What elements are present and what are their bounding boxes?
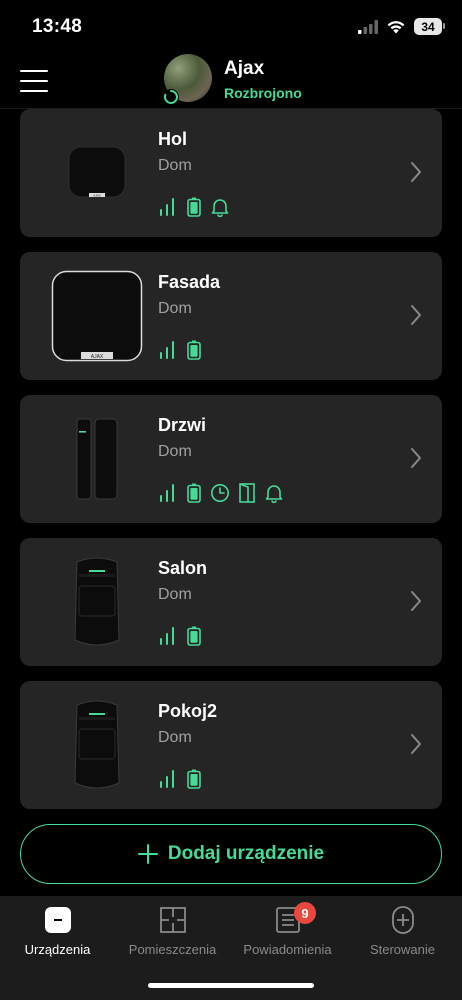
signal-strength-icon — [160, 198, 174, 216]
armed-state-icon — [163, 89, 179, 105]
hub-status: Rozbrojono — [224, 85, 302, 101]
device-logo: AJAX — [91, 354, 104, 360]
signal-strength-icon — [160, 484, 174, 502]
cellular-signal-icon — [358, 19, 378, 34]
device-card-drzwi[interactable]: Drzwi Dom — [20, 395, 442, 523]
devices-icon — [44, 907, 71, 933]
status-bar: 13:48 34 — [0, 0, 462, 56]
signal-strength-icon — [160, 770, 174, 788]
chevron-right-icon — [411, 734, 421, 754]
hub-name: Ajax — [224, 58, 265, 79]
device-room: Dom — [158, 300, 192, 317]
battery-full-icon — [187, 769, 201, 789]
tab-notifications[interactable]: 9 Powiadomienia — [230, 902, 345, 957]
battery-full-icon — [187, 483, 201, 503]
signal-strength-icon — [160, 341, 174, 359]
status-time: 13:48 — [32, 16, 83, 37]
notification-badge: 9 — [294, 902, 316, 924]
device-card-salon[interactable]: Salon Dom — [20, 538, 442, 666]
tab-label: Sterowanie — [369, 942, 436, 957]
device-card-pokoj2[interactable]: Pokoj2 Dom — [20, 681, 442, 809]
device-name: Pokoj2 — [158, 701, 218, 721]
chevron-right-icon — [411, 162, 421, 182]
app-header: Ajax Rozbrojono — [0, 52, 462, 108]
menu-button[interactable] — [20, 70, 48, 92]
add-device-label: Dodaj urządzenie — [167, 843, 325, 864]
plus-icon — [137, 844, 158, 864]
chevron-right-icon — [411, 305, 421, 325]
device-name: Hol — [158, 129, 187, 149]
battery-full-icon — [187, 197, 201, 217]
tab-control[interactable]: Sterowanie — [345, 906, 460, 957]
tab-label: Pomieszczenia — [128, 942, 217, 957]
device-image: AJAX — [42, 262, 152, 370]
device-image — [42, 548, 152, 656]
siren-bell-icon — [265, 485, 283, 503]
device-status-icons — [158, 340, 201, 360]
tab-devices[interactable]: Urządzenia — [0, 906, 115, 957]
device-status-icons — [158, 626, 201, 646]
battery-indicator: 34 — [414, 18, 445, 35]
tab-rooms[interactable]: Pomieszczenia — [115, 906, 230, 957]
tab-label: Powiadomienia — [243, 942, 332, 957]
home-indicator[interactable] — [148, 983, 314, 988]
clock-delay-icon — [211, 484, 229, 502]
device-image — [42, 405, 152, 513]
tab-label: Urządzenia — [24, 942, 91, 957]
device-room: Dom — [158, 157, 192, 174]
wifi-icon — [387, 21, 405, 34]
device-image — [42, 691, 152, 799]
battery-full-icon — [187, 340, 201, 360]
device-room: Dom — [158, 729, 192, 746]
siren-bell-icon — [211, 199, 229, 217]
remote-control-icon — [391, 906, 414, 934]
device-image: AJAX — [42, 119, 152, 227]
status-indicators: 34 — [358, 18, 445, 35]
device-logo: AJAX — [93, 194, 101, 198]
rooms-icon — [159, 907, 186, 933]
battery-full-icon — [187, 626, 201, 646]
chevron-right-icon — [411, 591, 421, 611]
device-status-icons — [158, 769, 201, 789]
add-device-button[interactable]: Dodaj urządzenie — [20, 824, 442, 884]
device-name: Drzwi — [158, 415, 207, 435]
chevron-right-icon — [411, 448, 421, 468]
door-icon — [239, 483, 255, 503]
device-name: Fasada — [158, 272, 221, 292]
device-card-hol[interactable]: AJAX Hol Dom — [20, 109, 442, 237]
signal-strength-icon — [160, 627, 174, 645]
device-card-fasada[interactable]: AJAX Fasada Dom — [20, 252, 442, 380]
device-room: Dom — [158, 443, 192, 460]
device-status-icons — [158, 197, 230, 217]
device-room: Dom — [158, 586, 192, 603]
device-name: Salon — [158, 558, 208, 578]
device-status-icons — [158, 483, 284, 503]
